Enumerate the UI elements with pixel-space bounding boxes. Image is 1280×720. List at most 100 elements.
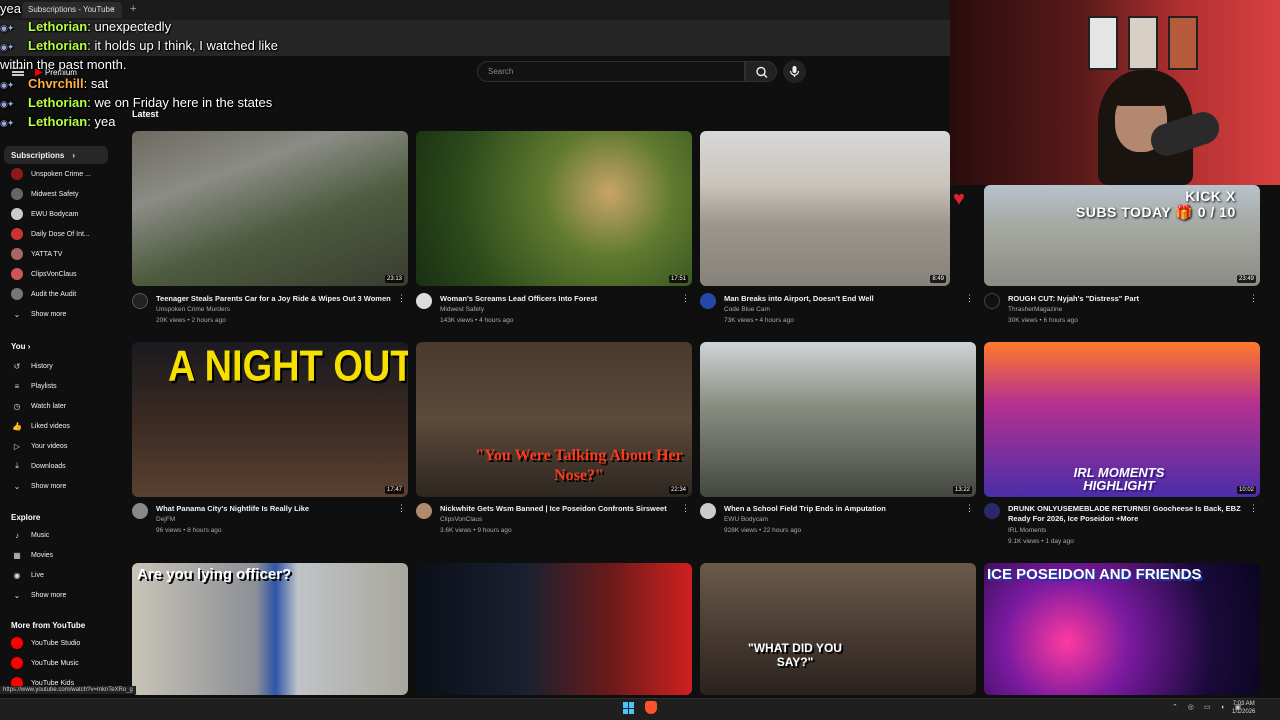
sidebar-item-live[interactable]: ◉ Live — [11, 566, 109, 584]
sidebar-channel[interactable]: Unspoken Crime ... — [11, 165, 109, 183]
video-duration: 23:49 — [1236, 275, 1256, 283]
sidebar-label: EWU Bodycam — [31, 210, 79, 218]
video-thumbnail[interactable]: 17:51 — [416, 131, 692, 286]
sidebar-item-downloads[interactable]: ⤓ Downloads — [11, 457, 109, 475]
new-tab-icon[interactable]: + — [130, 3, 136, 15]
sidebar-item-movies[interactable]: ▦ Movies — [11, 546, 109, 564]
channel-avatar[interactable] — [416, 293, 432, 309]
video-title[interactable]: ROUGH CUT: Nyjah's "Distress" Part — [1008, 294, 1248, 304]
taskbar — [0, 698, 1280, 720]
video-thumbnail[interactable]: ICE POSEIDON AND FRIENDS — [984, 563, 1260, 695]
more-options-icon[interactable]: ⋮ — [681, 503, 690, 514]
channel-avatar[interactable] — [700, 503, 716, 519]
more-options-icon[interactable]: ⋮ — [397, 293, 406, 304]
channel-avatar[interactable] — [984, 503, 1000, 519]
video-thumbnail[interactable]: 13:22 — [700, 342, 976, 497]
brave-browser-icon[interactable] — [645, 701, 657, 714]
channel-avatar[interactable] — [984, 293, 1000, 309]
chat-username: Lethorian — [28, 114, 88, 129]
sidebar-item-subscriptions[interactable]: Subscriptions › — [4, 146, 108, 164]
video-title[interactable]: Woman's Screams Lead Officers Into Fores… — [440, 294, 680, 304]
sidebar-item-history[interactable]: ↺ History — [11, 357, 109, 375]
video-info: DRUNK ONLYUSEMEBLADE RETURNS! Goocheese … — [984, 503, 1260, 547]
sidebar-label: Audit the Audit — [31, 290, 77, 298]
chat-text: : we on Friday here in the states — [87, 95, 273, 110]
more-options-icon[interactable]: ⋮ — [397, 503, 406, 514]
goal-line-2: SUBS TODAY 🎁 0 / 10 — [1076, 204, 1236, 220]
sidebar-label: Subscriptions — [11, 150, 65, 160]
channel-name[interactable]: ThrasherMagazine — [1008, 306, 1062, 313]
sidebar-you-heading[interactable]: You › — [11, 342, 30, 351]
tab-close-icon[interactable]: × — [110, 4, 115, 14]
sidebar-item-liked-videos[interactable]: 👍 Liked videos — [11, 417, 109, 435]
video-thumbnail[interactable]: 8:49 — [700, 131, 950, 286]
search-button[interactable] — [745, 61, 777, 82]
channel-avatar[interactable] — [416, 503, 432, 519]
video-thumbnail[interactable]: "WHAT DID YOU SAY?" — [700, 563, 976, 695]
channel-avatar — [11, 228, 23, 240]
thumbnail-overlay-text: "WHAT DID YOU SAY?" — [748, 641, 842, 669]
video-thumbnail[interactable]: IRL MOMENTS HIGHLIGHT 10:02 — [984, 342, 1260, 497]
sidebar-channel[interactable]: Daily Dose Of Int... — [11, 225, 109, 243]
channel-name[interactable]: EWU Bodycam — [724, 516, 768, 523]
sidebar-item-youtube-music[interactable]: YouTube Music — [11, 654, 109, 672]
more-options-icon[interactable]: ⋮ — [1249, 293, 1258, 304]
thumbs-up-icon: 👍 — [12, 421, 22, 431]
channel-name[interactable]: Unspoken Crime Murders — [156, 306, 230, 313]
video-title[interactable]: When a School Field Trip Ends in Amputat… — [724, 504, 964, 514]
channel-avatar — [11, 268, 23, 280]
video-title[interactable]: Nickwhite Gets Wsm Banned | Ice Poseidon… — [440, 504, 680, 514]
video-thumbnail[interactable]: A NIGHT OUT 17:47 — [132, 342, 408, 497]
browser-tab[interactable]: Subscriptions - YouTube — [22, 2, 122, 18]
more-options-icon[interactable]: ⋮ — [965, 503, 974, 514]
video-thumbnail[interactable]: 23:13 — [132, 131, 408, 286]
video-title[interactable]: What Panama City's Nightlife Is Really L… — [156, 504, 396, 514]
sidebar-item-your-videos[interactable]: ▷ Your videos — [11, 437, 109, 455]
sidebar-channel[interactable]: Audit the Audit — [11, 285, 109, 303]
channel-avatar — [11, 208, 23, 220]
sidebar: Subscriptions › Unspoken Crime ... Midwes… — [0, 140, 118, 700]
video-meta: 3.6K views • 9 hours ago — [440, 527, 512, 534]
playlist-icon: ≡ — [14, 381, 20, 391]
sidebar-show-more[interactable]: ⌄ Show more — [11, 477, 109, 495]
sidebar-label: Show more — [31, 482, 67, 490]
chat-text: yea — [0, 1, 21, 16]
video-thumbnail[interactable]: "You Were Talking About Her Nose?" 22:34 — [416, 342, 692, 497]
sidebar-item-music[interactable]: ♪ Music — [11, 526, 109, 544]
sidebar-channel[interactable]: EWU Bodycam — [11, 205, 109, 223]
sidebar-item-watch-later[interactable]: ◷ Watch later — [11, 397, 109, 415]
sidebar-item-youtube-studio[interactable]: YouTube Studio — [11, 634, 109, 652]
video-thumbnail[interactable] — [416, 563, 692, 695]
chat-message: ◉✦ Chvrchill: sat — [0, 75, 108, 94]
chat-text: : it holds up I think, I watched like — [87, 38, 279, 53]
clock-date: 1/1/2026 — [1232, 709, 1256, 715]
channel-name[interactable]: Midwest Safety — [440, 306, 484, 313]
sidebar-channel[interactable]: YATTA TV — [11, 245, 109, 263]
voice-search-button[interactable] — [783, 60, 806, 83]
taskbar-clock[interactable]: 7:03 AM 1/1/2026 — [1232, 700, 1255, 716]
more-options-icon[interactable]: ⋮ — [1249, 503, 1258, 514]
channel-name[interactable]: ClipsVonClaus — [440, 516, 482, 523]
channel-avatar[interactable] — [132, 293, 148, 309]
channel-name[interactable]: IRL Moments — [1008, 527, 1046, 534]
channel-name[interactable]: Code Blue Cam — [724, 306, 770, 313]
sidebar-item-playlists[interactable]: ≡ Playlists — [11, 377, 109, 395]
channel-avatar[interactable] — [700, 293, 716, 309]
video-info: When a School Field Trip Ends in Amputat… — [700, 503, 976, 547]
channel-avatar[interactable] — [132, 503, 148, 519]
sidebar-show-more[interactable]: ⌄ Show more — [11, 305, 109, 323]
video-thumbnail[interactable]: Are you lying officer? — [132, 563, 408, 695]
sidebar-show-more[interactable]: ⌄ Show more — [11, 586, 109, 604]
more-options-icon[interactable]: ⋮ — [965, 293, 974, 304]
video-title[interactable]: DRUNK ONLYUSEMEBLADE RETURNS! Goocheese … — [1008, 504, 1248, 524]
chat-message: ◉✦ Lethorian: yea — [0, 113, 115, 132]
video-title[interactable]: Man Breaks into Airport, Doesn't End Wel… — [724, 294, 964, 304]
video-title[interactable]: Teenager Steals Parents Car for a Joy Ri… — [156, 294, 396, 304]
search-input[interactable]: Search — [477, 61, 745, 82]
more-options-icon[interactable]: ⋮ — [681, 293, 690, 304]
youtube-studio-icon — [11, 637, 23, 649]
channel-name[interactable]: DejFM — [156, 516, 175, 523]
sidebar-channel[interactable]: ClipsVonClaus — [11, 265, 109, 283]
sidebar-channel[interactable]: Midwest Safety — [11, 185, 109, 203]
windows-start-icon[interactable] — [623, 702, 635, 714]
